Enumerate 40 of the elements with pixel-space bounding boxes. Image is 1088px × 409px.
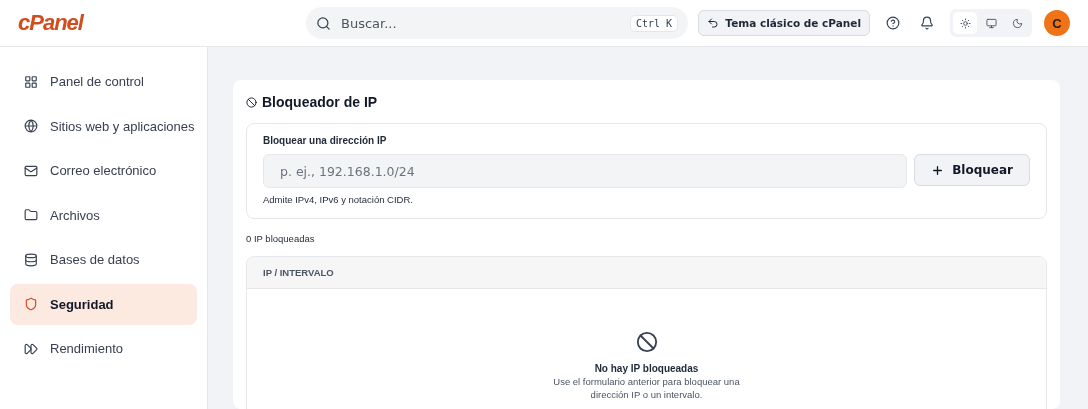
column-header: IP / INTERVALO bbox=[247, 257, 1046, 289]
theme-light-button[interactable] bbox=[953, 12, 977, 34]
moon-icon bbox=[1011, 17, 1023, 29]
sidebar-item[interactable]: Sitios web y aplicaciones bbox=[10, 105, 197, 147]
sun-icon bbox=[959, 17, 971, 29]
shield-icon bbox=[24, 297, 38, 311]
globe-icon bbox=[24, 119, 38, 133]
sidebar-item[interactable]: Archivos bbox=[10, 194, 197, 236]
shortcut-hint: Ctrl K bbox=[629, 14, 678, 32]
blocked-count: 0 IP bloqueadas bbox=[246, 233, 316, 244]
ban-icon bbox=[635, 331, 658, 353]
database-icon bbox=[24, 252, 38, 267]
block-button[interactable]: Bloquear bbox=[914, 154, 1030, 186]
sidebar-item[interactable]: Panel de control bbox=[10, 61, 197, 102]
search-field[interactable]: Buscar... Ctrl K bbox=[306, 7, 688, 39]
page-title: Bloqueador de IP bbox=[262, 94, 378, 110]
search-icon bbox=[316, 15, 331, 31]
ip-input-field[interactable]: p. ej., 192.168.1.0/24 bbox=[263, 154, 908, 188]
folder-icon bbox=[24, 208, 38, 222]
cpanel-logo: cPanel bbox=[18, 10, 85, 36]
ban-icon bbox=[246, 96, 257, 108]
dashboard-icon bbox=[24, 74, 38, 89]
empty-title: No hay IP bloqueadas bbox=[594, 363, 699, 374]
mail-icon bbox=[24, 163, 38, 178]
bell-icon bbox=[920, 16, 934, 30]
plus-icon bbox=[931, 163, 945, 177]
sidebar-item[interactable]: Rendimiento bbox=[10, 328, 197, 369]
sidebar-item[interactable]: Correo electrónico bbox=[10, 150, 197, 191]
help-icon bbox=[886, 16, 900, 30]
field-label: Bloquear una dirección IP bbox=[263, 135, 388, 146]
empty-text: Use el formulario anterior para bloquear una dirección IP o un intervalo. bbox=[552, 376, 741, 402]
classic-theme-button[interactable]: Tema clásico de cPanel bbox=[698, 10, 870, 36]
search-input[interactable]: Buscar... bbox=[339, 14, 622, 32]
fast-forward-icon bbox=[24, 341, 38, 356]
sidebar-item[interactable]: Seguridad bbox=[10, 283, 197, 325]
sidebar-item[interactable]: Bases de datos bbox=[10, 239, 197, 280]
undo-icon bbox=[707, 17, 720, 29]
user-avatar[interactable]: C bbox=[1044, 10, 1070, 36]
monitor-icon bbox=[985, 17, 997, 29]
field-hint: Admite IPv4, IPv6 y notación CIDR. bbox=[263, 194, 414, 205]
